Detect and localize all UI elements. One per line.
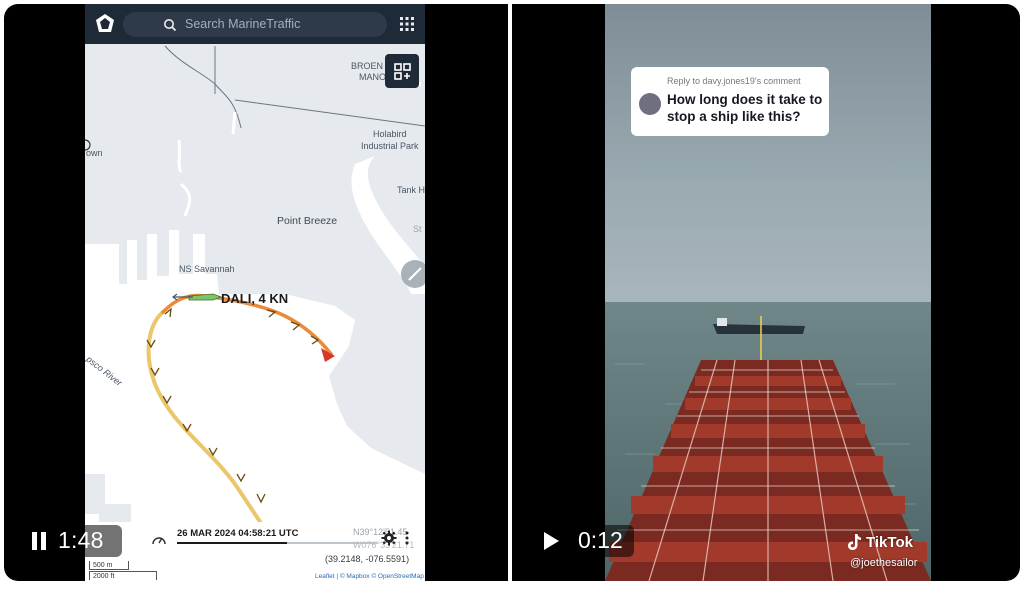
search-placeholder: Search MarineTraffic — [185, 17, 301, 31]
comment-question: How long does it take to stop a ship lik… — [667, 92, 823, 124]
coordinates-readout: (39.2148, -076.5591) — [325, 554, 410, 564]
pause-icon[interactable] — [30, 531, 48, 551]
map-layers-button[interactable] — [385, 54, 419, 88]
map-label-manor: MANO — [359, 72, 386, 82]
tiktok-handle: @joethesailor — [850, 557, 918, 569]
tiktok-video-frame: Reply to davy.jones19's comment How long… — [605, 4, 931, 581]
layers-icon — [394, 63, 411, 80]
playback-bar: 26 MAR 2024 04:58:21 UTC N39°12'51.45 W0… — [85, 522, 425, 581]
playback-timestamp: 26 MAR 2024 04:58:21 UTC — [177, 528, 299, 539]
marinetraffic-screen-recording: Search MarineTraffic BROEN MANO Holabird… — [85, 4, 425, 581]
playback-timeline[interactable] — [177, 542, 377, 544]
tiktok-reply-comment[interactable]: Reply to davy.jones19's comment How long… — [631, 67, 829, 136]
scale-bar-imperial: 2000 ft — [89, 571, 157, 580]
search-bar[interactable]: Search MarineTraffic — [123, 12, 387, 37]
video-player-right[interactable]: Reply to davy.jones19's comment How long… — [512, 4, 1020, 581]
map-label-tank: Tank H — [397, 185, 425, 195]
map-label-industrial-park: Industrial Park — [361, 141, 419, 151]
map-label-broening: BROEN — [351, 61, 384, 71]
tiktok-wordmark: TikTok — [866, 534, 913, 551]
right-elapsed-time: 0:12 — [578, 527, 623, 553]
grid-menu-icon[interactable] — [399, 16, 415, 32]
marinetraffic-header: Search MarineTraffic — [85, 4, 425, 44]
map-label-st: St — [413, 224, 422, 234]
tiktok-note-icon — [848, 534, 861, 550]
speedometer-icon[interactable] — [151, 532, 167, 548]
left-elapsed-time: 1:48 — [58, 527, 104, 553]
kebab-menu-icon[interactable] — [403, 530, 411, 546]
playback-timeline-fill — [177, 542, 287, 544]
avatar — [639, 93, 661, 115]
map-attribution[interactable]: Leaflet | © Mapbox © OpenStreetMap — [315, 573, 424, 580]
marinetraffic-logo-icon — [96, 14, 114, 32]
map-label-ns-savannah: NS Savannah — [179, 264, 235, 274]
play-icon[interactable] — [542, 531, 560, 551]
search-icon — [164, 19, 177, 32]
video-player-left[interactable]: Search MarineTraffic BROEN MANO Holabird… — [4, 4, 508, 581]
map-label-town: own — [86, 148, 103, 158]
gear-icon[interactable] — [381, 530, 397, 546]
map-view[interactable]: BROEN MANO Holabird Industrial Park Tank… — [85, 44, 425, 581]
map-label-holabird: Holabird — [373, 129, 407, 139]
scale-bar-metric: 500 m — [89, 561, 129, 570]
map-label-point-breeze: Point Breeze — [277, 215, 338, 227]
map-tiles — [85, 44, 425, 581]
vessel-label[interactable]: DALI, 4 KN — [221, 291, 288, 306]
reply-to-text: Reply to davy.jones19's comment — [667, 76, 801, 86]
